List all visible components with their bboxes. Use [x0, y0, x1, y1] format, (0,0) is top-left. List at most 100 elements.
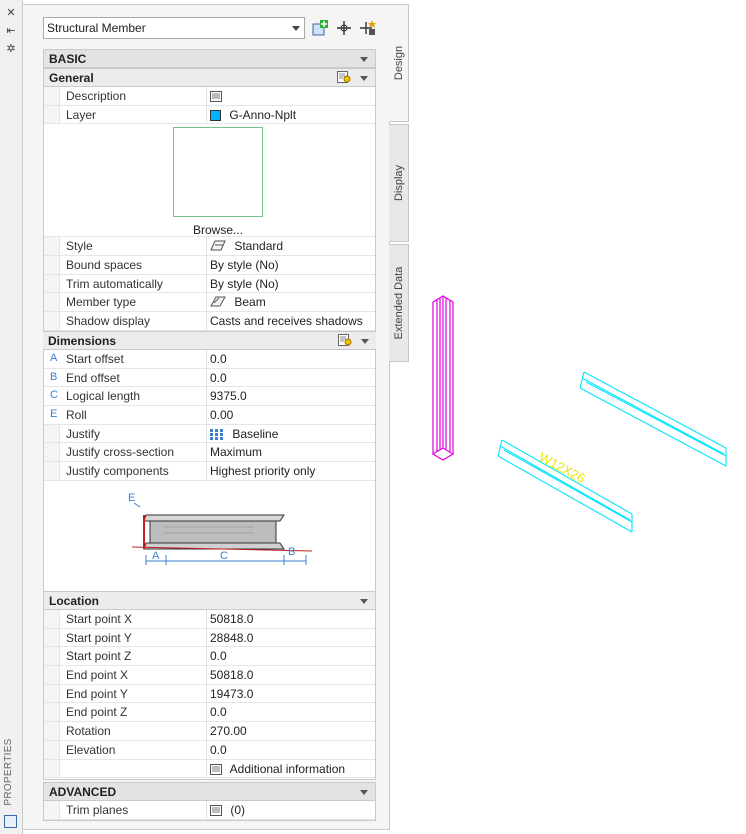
prop-key: Logical length	[66, 389, 141, 404]
prop-row[interactable]: Justify components Highest priority only	[44, 461, 375, 481]
prop-key: Elevation	[66, 742, 116, 757]
prop-row[interactable]: A Start offset 0.0	[44, 349, 375, 369]
object-type-value: Structural Member	[47, 21, 146, 35]
collapse-caret-icon[interactable]	[361, 338, 369, 344]
palette-title: PROPERTIES	[3, 738, 14, 806]
section-advanced-header[interactable]: ADVANCED	[43, 782, 376, 801]
prop-value: Beam	[234, 295, 266, 310]
prop-key: Start point Y	[66, 630, 132, 645]
prop-row[interactable]: C Logical length 9375.0	[44, 387, 375, 406]
beam-member-upper[interactable]	[579, 371, 727, 467]
prop-row[interactable]: End point X 50818.0	[44, 666, 375, 685]
prop-row[interactable]: Start point Z 0.0	[44, 647, 375, 667]
browse-link[interactable]: Browse...	[193, 223, 243, 237]
prop-key: Layer	[66, 107, 97, 122]
tab-display-label: Display	[392, 164, 405, 202]
trim-planes-icon[interactable]	[210, 805, 222, 816]
category-location-header[interactable]: Location	[43, 591, 376, 610]
prop-row[interactable]: Style Standard	[44, 237, 375, 257]
prop-key: End point X	[66, 668, 129, 683]
beam-dimension-illustration: E A C B	[128, 492, 313, 565]
palette-menu-icon[interactable]	[4, 815, 17, 828]
prop-key: End point Y	[66, 686, 128, 701]
prop-value: Casts and receives shadows	[210, 314, 363, 329]
selected-member[interactable]	[432, 294, 454, 461]
prop-row[interactable]: Justify Baseline	[44, 424, 375, 444]
beam-member-lower[interactable]	[497, 439, 633, 533]
tab-extended-data-label: Extended Data	[392, 266, 405, 340]
prop-value: 0.0	[210, 705, 227, 720]
prop-row[interactable]: Start point Y 28848.0	[44, 628, 375, 648]
collapse-caret-icon[interactable]	[360, 76, 368, 81]
collapse-caret-icon[interactable]	[360, 57, 368, 62]
prop-value: Standard	[234, 239, 284, 254]
prop-row[interactable]: Additional information	[44, 759, 375, 779]
collapse-caret-icon[interactable]	[360, 790, 368, 795]
prop-row[interactable]: Shadow display Casts and receives shadow…	[44, 312, 375, 331]
prop-row[interactable]: End point Z 0.0	[44, 703, 375, 723]
tab-display[interactable]: Display	[389, 124, 409, 242]
prop-value: 9375.0	[210, 389, 247, 404]
prop-row[interactable]: Layer G-Anno-Nplt	[44, 105, 375, 125]
palette-titlebar[interactable]: ✕ ⇤ ✲ PROPERTIES	[0, 0, 23, 834]
dimension-letter: E	[50, 407, 58, 420]
dimension-letter: A	[50, 351, 58, 364]
prop-row[interactable]: Trim automatically By style (No)	[44, 274, 375, 294]
prop-row[interactable]: Member type Beam	[44, 293, 375, 313]
collapse-caret-icon[interactable]	[360, 599, 368, 604]
additional-information-link[interactable]: Additional information	[230, 762, 345, 776]
prop-value: 0.00	[210, 407, 234, 422]
prop-row[interactable]: Trim planes (0)	[44, 801, 375, 820]
add-selected-icon[interactable]	[311, 19, 329, 37]
prop-value: (0)	[230, 803, 246, 817]
auto-hide-icon[interactable]: ⇤	[4, 24, 18, 38]
prop-row[interactable]: Justify cross-section Maximum	[44, 443, 375, 462]
prop-value: 270.00	[210, 724, 247, 739]
prop-row[interactable]: Elevation 0.0	[44, 740, 375, 760]
diagram-letter-c: C	[220, 550, 228, 562]
style-preview-box	[173, 127, 263, 217]
quick-properties-icon[interactable]	[337, 71, 351, 84]
category-general-header[interactable]: General	[43, 68, 376, 87]
palette-properties-icon[interactable]: ✲	[4, 42, 18, 56]
dimension-letter: C	[50, 389, 58, 402]
diagram-letter-b: B	[288, 546, 295, 558]
prop-row[interactable]: B End offset 0.0	[44, 368, 375, 388]
prop-value: 0.0	[210, 649, 227, 664]
quick-select-icon[interactable]	[335, 19, 353, 37]
section-basic-header[interactable]: BASIC	[43, 49, 376, 68]
tab-extended-data[interactable]: Extended Data	[389, 244, 409, 362]
prop-row[interactable]: Description	[44, 87, 375, 106]
additional-info-icon[interactable]	[210, 763, 222, 775]
prop-row[interactable]: Rotation 270.00	[44, 722, 375, 741]
prop-value: Maximum	[210, 445, 263, 460]
object-type-select[interactable]: Structural Member	[43, 17, 305, 39]
prop-row[interactable]: Bound spaces By style (No)	[44, 256, 375, 275]
close-icon[interactable]: ✕	[4, 6, 18, 20]
prop-key: Justify	[66, 426, 101, 441]
category-general-label: General	[49, 71, 94, 85]
tab-design[interactable]: Design	[389, 4, 409, 122]
layer-color-swatch-icon	[210, 109, 221, 121]
category-dimensions-header[interactable]: Dimensions	[43, 330, 376, 350]
prop-value: 0.0	[210, 351, 227, 366]
description-editor-icon[interactable]	[210, 91, 222, 102]
prop-key: Start offset	[66, 351, 124, 366]
tab-design-label: Design	[392, 45, 405, 81]
toggle-pickadd-icon[interactable]	[359, 19, 377, 37]
prop-value: G-Anno-Nplt	[229, 107, 297, 122]
chevron-down-icon	[292, 26, 300, 31]
prop-value: 50818.0	[210, 668, 254, 683]
prop-key: Start point X	[66, 612, 133, 626]
beam-size-label: W12X26	[537, 449, 588, 486]
prop-row[interactable]: Start point X 50818.0	[44, 610, 375, 629]
prop-row[interactable]: End point Y 19473.0	[44, 684, 375, 704]
drawing-viewport[interactable]: W12X26	[410, 0, 746, 834]
member-style-icon	[210, 240, 226, 251]
prop-key: Member type	[66, 295, 137, 310]
quick-properties-icon[interactable]	[338, 333, 352, 347]
prop-key: Trim automatically	[66, 276, 163, 291]
prop-row[interactable]: E Roll 0.00	[44, 405, 375, 425]
prop-value: By style (No)	[210, 258, 279, 273]
category-dimensions-label: Dimensions	[48, 333, 117, 348]
